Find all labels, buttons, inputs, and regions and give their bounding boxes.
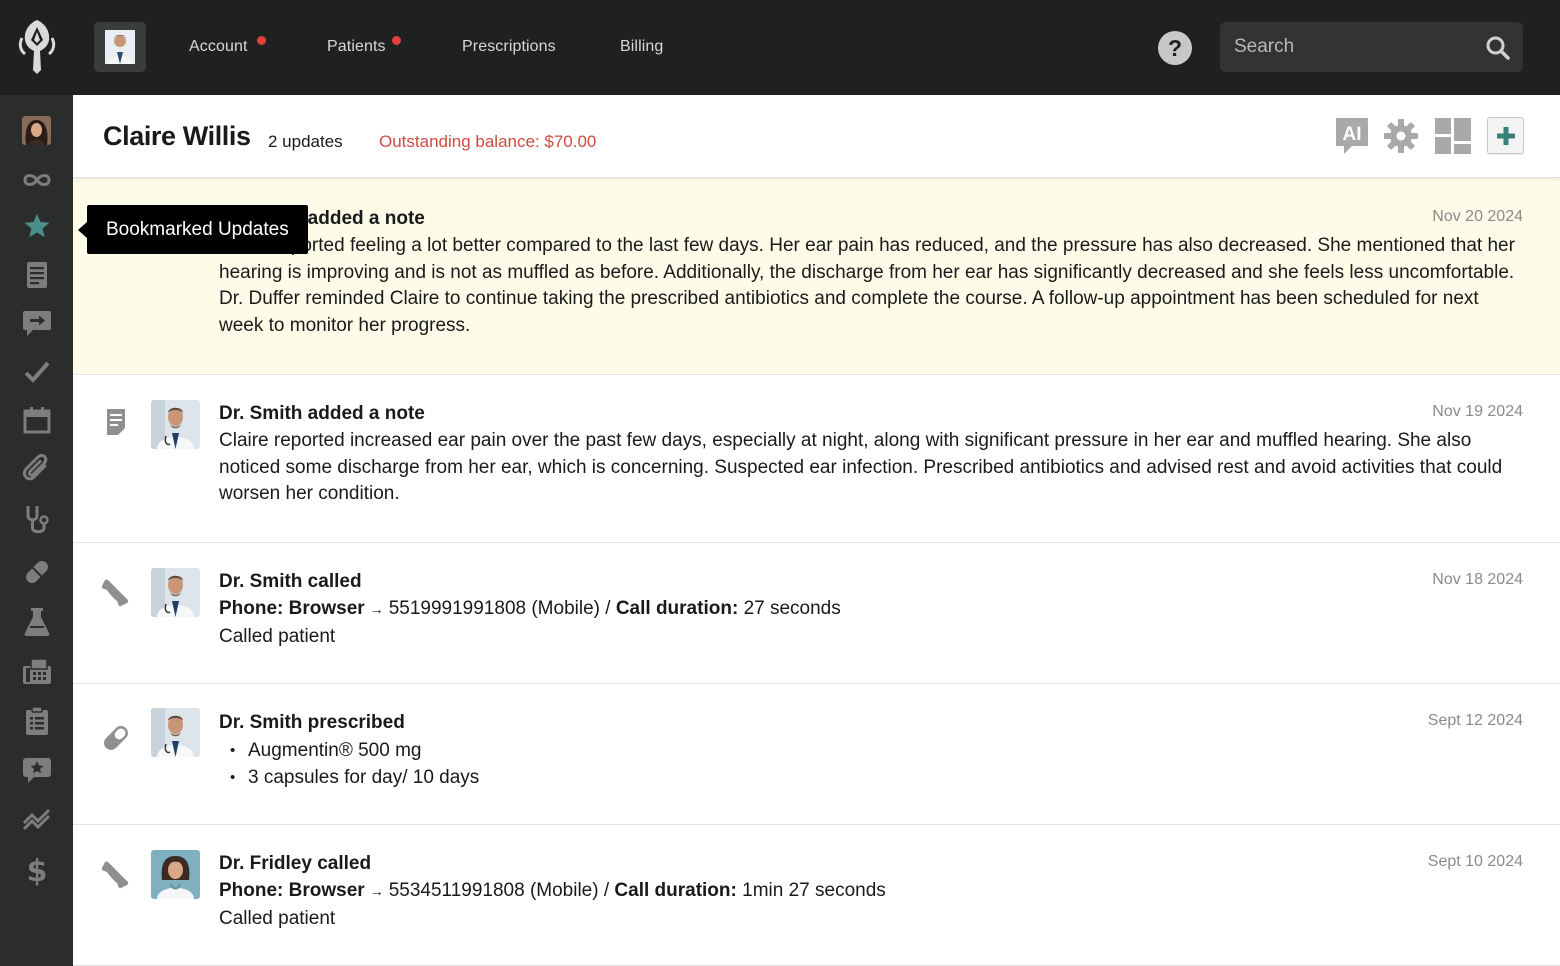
call-note: Called patient xyxy=(219,908,336,929)
doctor-avatar xyxy=(151,708,200,757)
phone-icon xyxy=(98,575,134,611)
message-arrow-icon[interactable] xyxy=(20,306,54,340)
top-bar: Account Patients Prescriptions Billing ? xyxy=(0,0,1560,95)
entry-date: Nov 18 2024 xyxy=(1432,571,1523,588)
doctor-avatar xyxy=(151,568,200,617)
entry-date: Nov 20 2024 xyxy=(1432,208,1523,225)
duration-label: Call duration: xyxy=(615,598,739,619)
activity-feed: Dr. Smith added a note Nov 20 2024 Clair… xyxy=(73,178,1560,966)
search-input[interactable] xyxy=(1220,22,1523,72)
document-icon[interactable] xyxy=(20,258,54,292)
plus-icon xyxy=(1496,126,1515,145)
ai-label: AI xyxy=(1343,124,1362,145)
settings-button[interactable] xyxy=(1383,117,1419,155)
nav-account[interactable]: Account xyxy=(189,36,266,56)
notification-dot xyxy=(392,36,401,45)
star-chat-icon[interactable] xyxy=(20,753,54,787)
notification-dot xyxy=(257,36,266,45)
duration-label: Call duration: xyxy=(614,880,737,901)
infinity-icon[interactable] xyxy=(20,163,54,197)
prescription-item: Augmentin® 500 mg xyxy=(219,737,1519,764)
phone-number[interactable]: 5534511991808 (Mobile) / xyxy=(389,880,609,901)
help-icon[interactable]: ? xyxy=(1158,31,1192,65)
dashboard-icon xyxy=(1435,118,1471,154)
call-duration: 1min 27 seconds xyxy=(742,880,886,901)
pill-icon[interactable] xyxy=(20,555,54,589)
nav-prescriptions[interactable]: Prescriptions xyxy=(462,38,556,56)
user-avatar[interactable] xyxy=(94,22,146,72)
call-note: Called patient xyxy=(219,626,336,647)
star-icon[interactable] xyxy=(20,209,54,243)
gear-icon xyxy=(1384,119,1418,153)
calendar-icon[interactable] xyxy=(20,403,54,437)
phone-label: Phone: Browser xyxy=(219,598,365,619)
nav-prescriptions-label: Prescriptions xyxy=(462,38,556,55)
nav-billing-label: Billing xyxy=(620,38,664,55)
feed-entry[interactable]: Dr. Smith called Nov 18 2024 Phone: Brow… xyxy=(73,543,1560,684)
call-details: Phone: Browser → 5534511991808 (Mobile) / … xyxy=(219,877,1519,932)
svg-text:$: $ xyxy=(27,854,48,886)
entry-title: Dr. Fridley called xyxy=(219,853,372,874)
arrow-icon: → xyxy=(369,883,384,899)
entry-title: Dr. Smith added a note xyxy=(219,403,425,424)
call-line: Phone: Browser → 5519991991808 (Mobile) / … xyxy=(219,595,1519,623)
sidebar-tooltip: Bookmarked Updates xyxy=(78,205,308,254)
nav-patients-label: Patients xyxy=(327,38,386,55)
doctor-avatar xyxy=(151,400,200,449)
fax-icon[interactable] xyxy=(20,654,54,688)
feed-entry[interactable]: Dr. Fridley called Sept 10 2024 Phone: B… xyxy=(73,825,1560,966)
nav-billing[interactable]: Billing xyxy=(620,38,663,56)
logo-icon[interactable] xyxy=(16,18,58,76)
entry-title: Dr. Smith prescribed xyxy=(219,712,405,733)
prescription-list: Augmentin® 500 mg 3 capsules for day/ 10… xyxy=(219,737,1519,791)
sidebar: $ xyxy=(0,95,73,966)
entry-body: Claire reported increased ear pain over … xyxy=(219,430,1503,505)
trend-icon[interactable] xyxy=(20,802,54,836)
call-details: Phone: Browser → 5519991991808 (Mobile) / … xyxy=(219,595,1519,650)
entry-date: Nov 19 2024 xyxy=(1432,403,1523,420)
paperclip-icon[interactable] xyxy=(20,452,54,486)
dollar-icon[interactable]: $ xyxy=(20,853,54,887)
phone-label: Phone: Browser xyxy=(219,880,365,901)
pill-icon xyxy=(98,720,134,756)
nav-account-label: Account xyxy=(189,38,248,55)
patient-avatar[interactable] xyxy=(22,116,51,145)
feed-entry[interactable]: Dr. Smith prescribed Sept 12 2024 Augmen… xyxy=(73,684,1560,825)
flask-icon[interactable] xyxy=(20,605,54,639)
layout-button[interactable] xyxy=(1435,117,1471,155)
entry-date: Sept 12 2024 xyxy=(1427,712,1523,729)
ai-icon: AI xyxy=(1336,118,1368,154)
clipboard-icon[interactable] xyxy=(20,704,54,738)
patient-header: Claire Willis 2 updates Outstanding bala… xyxy=(73,95,1560,178)
stethoscope-icon[interactable] xyxy=(20,503,54,537)
updates-count[interactable]: 2 updates xyxy=(268,132,343,152)
prescription-item: 3 capsules for day/ 10 days xyxy=(219,764,1519,791)
add-button[interactable] xyxy=(1487,117,1524,154)
phone-icon xyxy=(98,857,134,893)
feed-entry[interactable]: Dr. Smith added a note Nov 19 2024 Clair… xyxy=(73,375,1560,543)
call-line: Phone: Browser → 5534511991808 (Mobile) / … xyxy=(219,877,1519,905)
doctor-avatar xyxy=(151,850,200,899)
note-icon xyxy=(98,404,134,440)
nav-patients[interactable]: Patients xyxy=(327,36,401,56)
search-icon[interactable] xyxy=(1485,35,1511,61)
phone-number[interactable]: 5519991991808 (Mobile) / xyxy=(389,598,611,619)
patient-name: Claire Willis xyxy=(103,121,251,151)
entry-title: Dr. Smith called xyxy=(219,571,362,592)
entry-body: Claire reported feeling a lot better com… xyxy=(219,235,1515,337)
outstanding-balance[interactable]: Outstanding balance: $70.00 xyxy=(379,132,596,152)
ai-button[interactable]: AI xyxy=(1334,117,1370,155)
checkmark-icon[interactable] xyxy=(20,355,54,389)
arrow-icon: → xyxy=(369,601,384,617)
call-duration: 27 seconds xyxy=(743,598,841,619)
entry-date: Sept 10 2024 xyxy=(1427,853,1523,870)
